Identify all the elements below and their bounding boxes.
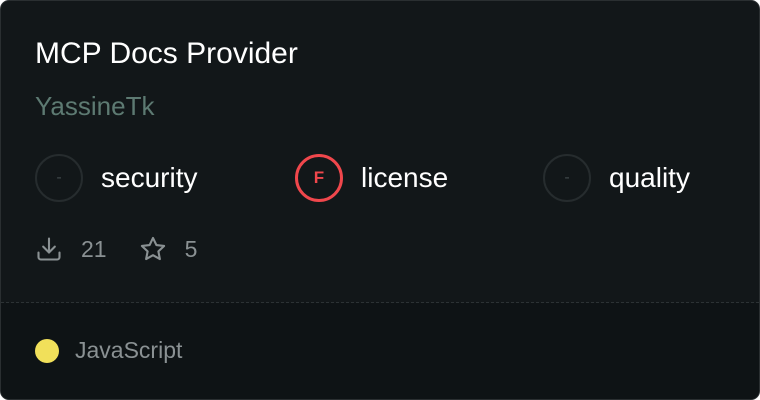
- language-color-dot: [35, 338, 59, 363]
- stars-count: 5: [184, 235, 198, 262]
- card-title[interactable]: MCP Docs Provider: [35, 35, 298, 73]
- license-label: license: [361, 162, 449, 193]
- license-grade-badge: F: [295, 154, 343, 202]
- security-grade-badge: -: [35, 154, 83, 202]
- score-security: - security: [35, 154, 197, 202]
- security-label: security: [101, 162, 198, 193]
- language-name: JavaScript: [75, 337, 183, 363]
- author-link[interactable]: YassineTk: [35, 88, 154, 124]
- score-quality: - quality: [543, 154, 690, 202]
- language-indicator: JavaScript: [35, 337, 182, 364]
- stats-row: 21 5: [35, 233, 197, 265]
- server-card[interactable]: MCP Docs Provider YassineTk - security F…: [0, 0, 760, 400]
- quality-label: quality: [609, 162, 690, 193]
- stars-stat: 5: [139, 235, 198, 263]
- star-icon: [139, 235, 167, 263]
- score-license: F license: [295, 154, 448, 202]
- quality-grade-badge: -: [543, 154, 591, 202]
- downloads-count: 21: [81, 235, 107, 262]
- downloads-stat: 21: [35, 235, 107, 263]
- download-icon: [35, 235, 63, 263]
- card-footer: JavaScript: [1, 303, 759, 399]
